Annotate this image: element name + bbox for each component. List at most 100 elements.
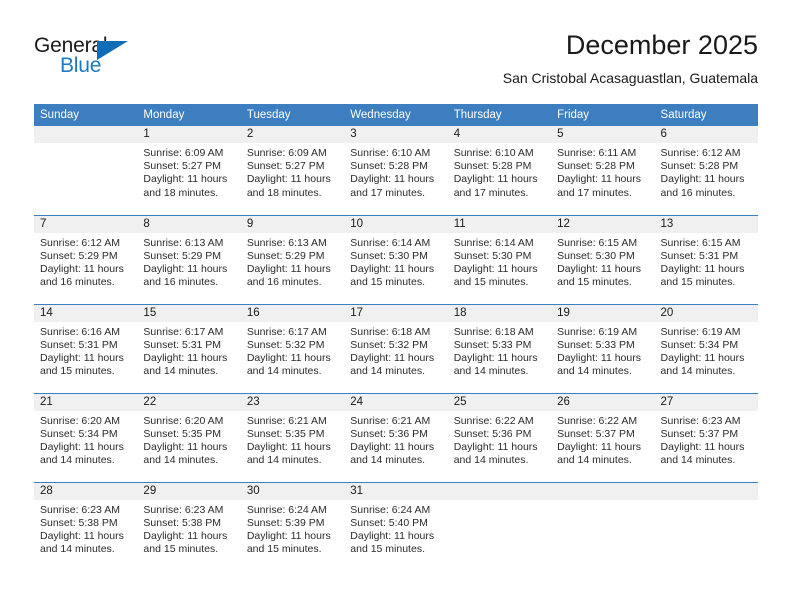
calendar-day-cell[interactable]: 6 Sunrise: 6:12 AM Sunset: 5:28 PM Daylight… (654, 126, 758, 215)
calendar-day-cell[interactable]: 21 Sunrise: 6:20 AM Sunset: 5:34 PM Dayligh… (34, 392, 138, 482)
sunrise-text: Sunrise: 6:23 AM (660, 414, 741, 427)
day-number: 2 (240, 126, 345, 143)
day-number: 21 (34, 393, 138, 411)
day-details: Sunrise: 6:09 AM Sunset: 5:27 PM Daylight:… (137, 143, 240, 200)
calendar-day-cell[interactable]: 25 Sunrise: 6:22 AM Sunset: 5:36 PM Dayligh… (447, 392, 552, 482)
sunset-text: Sunset: 5:38 PM (40, 516, 118, 529)
sunrise-text: Sunrise: 6:10 AM (350, 147, 431, 159)
page-title: December 2025 (565, 30, 758, 60)
weekday-header-thursday: Thursday (447, 104, 552, 126)
day-number: 1 (137, 126, 241, 143)
calendar-day-cell[interactable]: 20 Sunrise: 6:19 AM Sunset: 5:34 PM Dayligh… (654, 303, 758, 393)
day-number: 27 (654, 393, 758, 411)
sunset-text: Sunset: 5:30 PM (453, 249, 532, 262)
calendar-day-cell[interactable]: 10 Sunrise: 6:14 AM Sunset: 5:30 PM Dayligh… (344, 214, 448, 304)
calendar-day-cell[interactable]: 12 Sunrise: 6:15 AM Sunset: 5:30 PM Dayligh… (551, 214, 655, 304)
daylight-text: Daylight: 11 hours and 15 minutes. (143, 529, 228, 556)
calendar-day-cell[interactable]: 26 Sunrise: 6:22 AM Sunset: 5:37 PM Dayligh… (551, 392, 655, 482)
day-details: Sunrise: 6:11 AM Sunset: 5:28 PM Daylight:… (551, 143, 654, 200)
day-details: Sunrise: 6:12 AM Sunset: 5:28 PM Daylight:… (655, 143, 758, 200)
calendar-day-cell[interactable]: 24 Sunrise: 6:21 AM Sunset: 5:36 PM Dayligh… (344, 392, 448, 482)
sunrise-text: Sunrise: 6:23 AM (40, 503, 120, 516)
sunrise-text: Sunrise: 6:14 AM (350, 236, 431, 249)
daylight-text: Daylight: 11 hours and 15 minutes. (246, 529, 331, 556)
sunset-text: Sunset: 5:31 PM (40, 338, 118, 351)
day-details: Sunrise: 6:19 AM Sunset: 5:33 PM Daylight:… (551, 322, 654, 379)
sunrise-text: Sunrise: 6:22 AM (557, 414, 638, 427)
sunrise-text: Sunrise: 6:17 AM (246, 325, 327, 338)
calendar-day-cell[interactable]: 23 Sunrise: 6:21 AM Sunset: 5:35 PM Dayligh… (240, 392, 345, 482)
daylight-text: Daylight: 11 hours and 14 minutes. (40, 440, 124, 467)
day-number: 29 (137, 482, 241, 500)
calendar-day-cell[interactable]: 29 Sunrise: 6:23 AM Sunset: 5:38 PM Dayligh… (137, 481, 241, 571)
day-number: 15 (137, 304, 241, 322)
day-details: Sunrise: 6:18 AM Sunset: 5:33 PM Daylight:… (448, 322, 551, 379)
daylight-text: Daylight: 11 hours and 17 minutes. (557, 173, 641, 199)
daylight-text: Daylight: 11 hours and 18 minutes. (143, 173, 228, 199)
day-number: 25 (447, 393, 552, 411)
weekday-header-tuesday: Tuesday (240, 104, 345, 126)
day-number: 14 (34, 304, 138, 322)
calendar-day-cell[interactable]: 8 Sunrise: 6:13 AM Sunset: 5:29 PM Daylight… (137, 214, 241, 304)
sunrise-text: Sunrise: 6:12 AM (40, 236, 120, 249)
daylight-text: Daylight: 11 hours and 14 minutes. (557, 351, 641, 378)
sunrise-text: Sunrise: 6:14 AM (453, 236, 534, 249)
day-number: 3 (344, 126, 448, 143)
calendar-day-cell[interactable]: 1 Sunrise: 6:09 AM Sunset: 5:27 PM Daylight… (137, 126, 241, 215)
day-details: Sunrise: 6:10 AM Sunset: 5:28 PM Daylight:… (448, 143, 551, 200)
daylight-text: Daylight: 11 hours and 15 minutes. (453, 262, 538, 289)
generalblue-logo[interactable]: General Blue (34, 34, 154, 84)
calendar-day-cell[interactable]: 22 Sunrise: 6:20 AM Sunset: 5:35 PM Dayligh… (137, 392, 241, 482)
sunrise-text: Sunrise: 6:24 AM (350, 503, 431, 516)
day-details: Sunrise: 6:09 AM Sunset: 5:27 PM Daylight:… (241, 143, 344, 200)
sunset-text: Sunset: 5:35 PM (143, 427, 222, 440)
calendar-day-cell[interactable]: 7 Sunrise: 6:12 AM Sunset: 5:29 PM Daylight… (34, 214, 138, 304)
day-details: Sunrise: 6:24 AM Sunset: 5:39 PM Daylight:… (241, 500, 344, 557)
day-details: Sunrise: 6:24 AM Sunset: 5:40 PM Daylight:… (344, 500, 447, 557)
day-details: Sunrise: 6:12 AM Sunset: 5:29 PM Daylight:… (34, 233, 137, 290)
calendar-page: General Blue December 2025 San Cristobal… (0, 0, 792, 612)
day-details: Sunrise: 6:17 AM Sunset: 5:32 PM Daylight:… (241, 322, 344, 379)
daylight-text: Daylight: 11 hours and 17 minutes. (350, 173, 435, 199)
day-number: 16 (240, 304, 345, 322)
calendar-day-cell[interactable]: 28 Sunrise: 6:23 AM Sunset: 5:38 PM Dayligh… (34, 481, 138, 571)
sunset-text: Sunset: 5:37 PM (660, 427, 739, 440)
calendar-day-cell[interactable]: 3 Sunrise: 6:10 AM Sunset: 5:28 PM Daylight… (344, 126, 448, 215)
sunset-text: Sunset: 5:33 PM (557, 338, 635, 351)
calendar-day-cell[interactable]: 16 Sunrise: 6:17 AM Sunset: 5:32 PM Dayligh… (240, 303, 345, 393)
day-number: 19 (551, 304, 655, 322)
calendar-day-cell[interactable]: 5 Sunrise: 6:11 AM Sunset: 5:28 PM Daylight… (551, 126, 655, 215)
daylight-text: Daylight: 11 hours and 16 minutes. (40, 262, 124, 289)
daylight-text: Daylight: 11 hours and 14 minutes. (350, 351, 435, 378)
calendar-day-cell[interactable]: 18 Sunrise: 6:18 AM Sunset: 5:33 PM Dayligh… (447, 303, 552, 393)
calendar-week-row: 21 Sunrise: 6:20 AM Sunset: 5:34 PM Dayligh… (34, 392, 758, 482)
calendar-day-cell[interactable]: 30 Sunrise: 6:24 AM Sunset: 5:39 PM Dayligh… (240, 481, 345, 571)
calendar-day-cell[interactable]: 19 Sunrise: 6:19 AM Sunset: 5:33 PM Dayligh… (551, 303, 655, 393)
day-number: 7 (34, 215, 138, 233)
calendar-day-cell[interactable]: 2 Sunrise: 6:09 AM Sunset: 5:27 PM Daylight… (240, 126, 345, 215)
sunset-text: Sunset: 5:29 PM (143, 249, 222, 262)
calendar-day-cell[interactable]: 11 Sunrise: 6:14 AM Sunset: 5:30 PM Dayligh… (447, 214, 552, 304)
sunset-text: Sunset: 5:34 PM (660, 338, 739, 351)
day-number: 13 (654, 215, 758, 233)
calendar-day-cell[interactable]: 15 Sunrise: 6:17 AM Sunset: 5:31 PM Dayligh… (137, 303, 241, 393)
sunset-text: Sunset: 5:36 PM (350, 427, 428, 440)
calendar-day-cell[interactable]: 27 Sunrise: 6:23 AM Sunset: 5:37 PM Dayligh… (654, 392, 758, 482)
calendar-header-row: Sunday Monday Tuesday Wednesday Thursday… (34, 104, 758, 126)
day-number: 5 (551, 126, 655, 143)
day-number (34, 126, 138, 143)
day-number: 26 (551, 393, 655, 411)
sunset-text: Sunset: 5:29 PM (246, 249, 325, 262)
day-details: Sunrise: 6:16 AM Sunset: 5:31 PM Daylight:… (34, 322, 137, 379)
daylight-text: Daylight: 11 hours and 14 minutes. (143, 351, 228, 378)
calendar-day-cell[interactable]: 13 Sunrise: 6:15 AM Sunset: 5:31 PM Dayligh… (654, 214, 758, 304)
day-number: 12 (551, 215, 655, 233)
calendar-day-cell[interactable]: 14 Sunrise: 6:16 AM Sunset: 5:31 PM Dayligh… (34, 303, 138, 393)
sunset-text: Sunset: 5:32 PM (246, 338, 325, 351)
calendar-day-cell[interactable]: 9 Sunrise: 6:13 AM Sunset: 5:29 PM Daylight… (240, 214, 345, 304)
calendar-day-cell[interactable]: 31 Sunrise: 6:24 AM Sunset: 5:40 PM Dayligh… (344, 481, 448, 571)
sunset-text: Sunset: 5:28 PM (557, 160, 635, 173)
calendar-day-cell[interactable]: 4 Sunrise: 6:10 AM Sunset: 5:28 PM Daylight… (447, 126, 552, 215)
calendar-day-cell-empty (34, 126, 138, 215)
calendar-day-cell[interactable]: 17 Sunrise: 6:18 AM Sunset: 5:32 PM Dayligh… (344, 303, 448, 393)
